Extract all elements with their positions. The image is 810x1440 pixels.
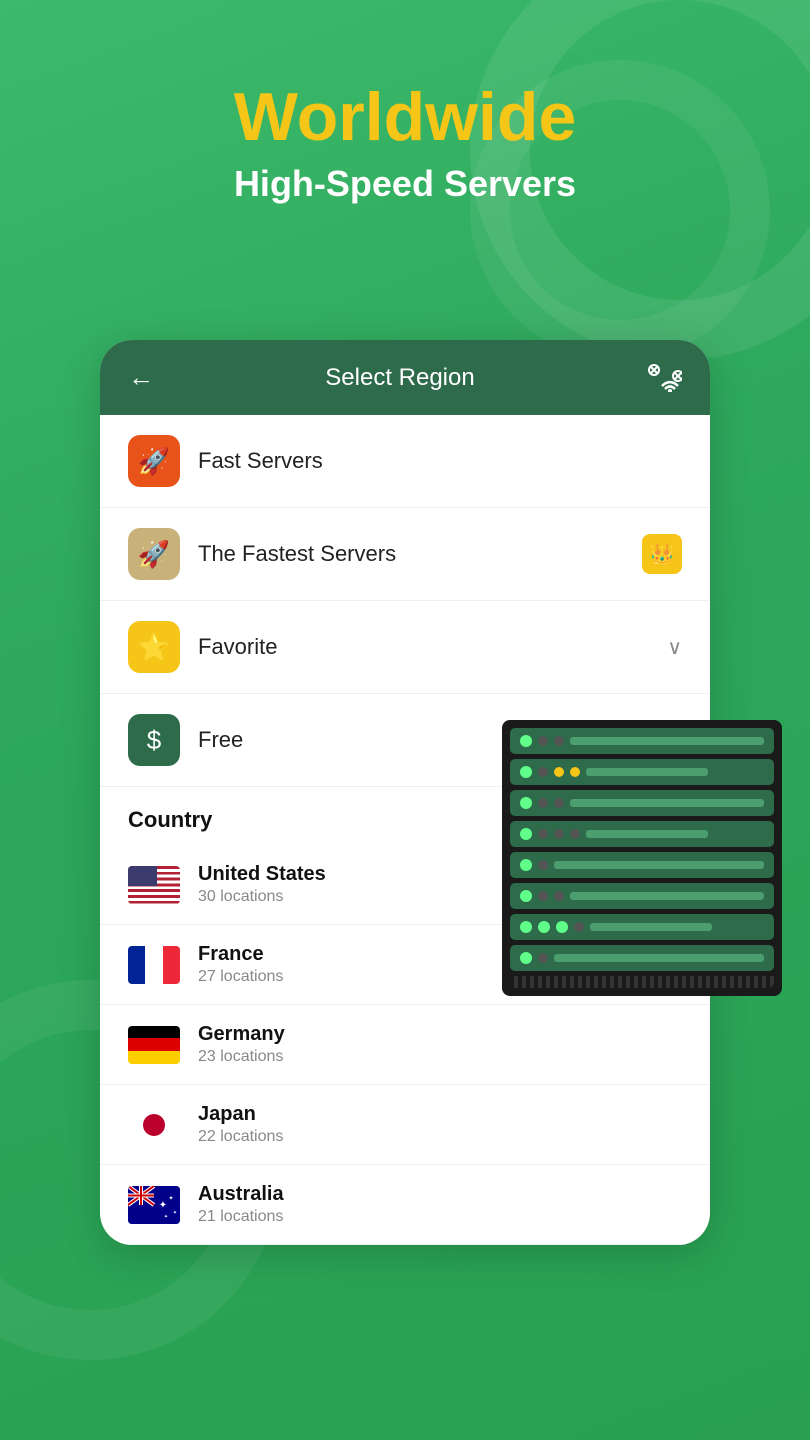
flag-jp-circle (143, 1114, 165, 1136)
flag-fr (128, 946, 180, 984)
svg-text:✦: ✦ (159, 1200, 167, 1211)
flag-de (128, 1026, 180, 1064)
flag-au: ✦ ✦ ✦ ✦ (128, 1186, 180, 1224)
rack-unit-3 (510, 790, 774, 816)
svg-text:✦: ✦ (168, 1195, 173, 1202)
fastest-servers-icon: 🚀 (128, 528, 180, 580)
rack-unit-5 (510, 852, 774, 878)
menu-fastest-servers[interactable]: 🚀 The Fastest Servers 👑 (100, 508, 710, 601)
menu-favorite[interactable]: ⭐ Favorite ∨ (100, 601, 710, 694)
header-title: Worldwide (0, 80, 810, 155)
rack-unit-4 (510, 821, 774, 847)
header-section: Worldwide High-Speed Servers (0, 0, 810, 245)
rack-unit-6 (510, 883, 774, 909)
favorite-label: Favorite (198, 634, 667, 660)
svg-text:✦: ✦ (164, 1214, 168, 1220)
fast-servers-icon: 🚀 (128, 435, 180, 487)
rack-bottom (510, 976, 774, 988)
search-wifi-icon[interactable] (646, 364, 682, 392)
fast-servers-label: Fast Servers (198, 448, 682, 474)
svg-text:✦: ✦ (173, 1210, 177, 1216)
server-rack-illustration (502, 720, 792, 1400)
rack-unit-1 (510, 728, 774, 754)
favorite-icon: ⭐ (128, 621, 180, 673)
back-button[interactable]: ← (128, 362, 154, 393)
card-header: ← Select Region (100, 340, 710, 415)
favorite-chevron: ∨ (667, 635, 682, 660)
free-icon: $ (128, 714, 180, 766)
flag-us (128, 866, 180, 904)
menu-fast-servers[interactable]: 🚀 Fast Servers (100, 415, 710, 508)
rack-unit-8 (510, 945, 774, 971)
crown-icon: 👑 (642, 534, 682, 574)
rack-body (502, 720, 782, 996)
rack-unit-7 (510, 914, 774, 940)
flag-jp (128, 1106, 180, 1144)
header-subtitle: High-Speed Servers (0, 163, 810, 205)
card-title: Select Region (325, 364, 474, 392)
rack-unit-2 (510, 759, 774, 785)
fastest-servers-label: The Fastest Servers (198, 541, 642, 567)
